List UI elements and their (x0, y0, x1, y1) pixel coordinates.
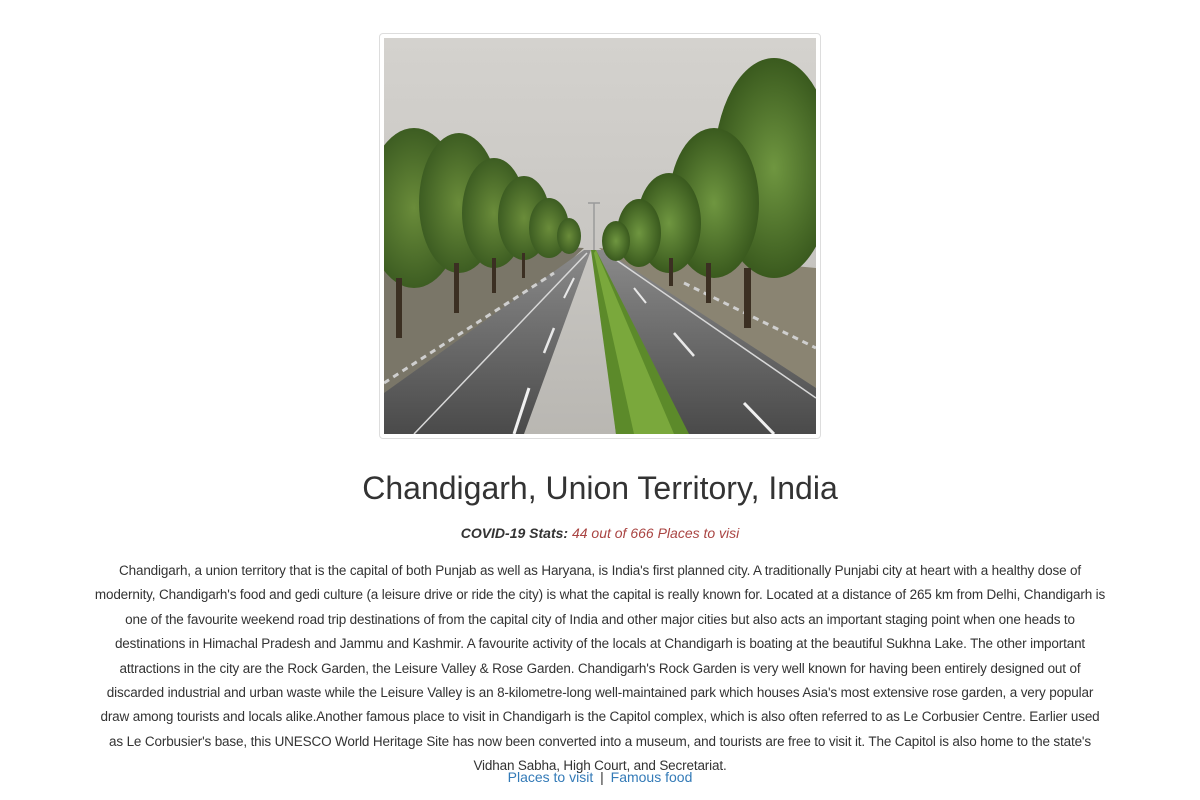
city-description: Chandigarh, a union territory that is th… (94, 563, 1106, 774)
page: Chandigarh, Union Territory, India COVID… (0, 0, 1200, 800)
city-photo (379, 33, 821, 439)
famous-food-link[interactable]: Famous food (611, 769, 693, 785)
page-title: Chandigarh, Union Territory, India (362, 470, 838, 506)
link-separator: | (600, 769, 604, 785)
covid-stats: COVID-19 Stats: 44 out of 666 Places to … (0, 523, 1200, 543)
section-links: Places to visit | Famous food (0, 767, 1200, 787)
places-to-visit-link[interactable]: Places to visit (508, 769, 594, 785)
covid-stats-value: 44 out of 666 Places to visi (571, 525, 740, 541)
covid-stats-label: COVID-19 Stats: (460, 525, 569, 541)
road-landscape-image (384, 38, 816, 434)
